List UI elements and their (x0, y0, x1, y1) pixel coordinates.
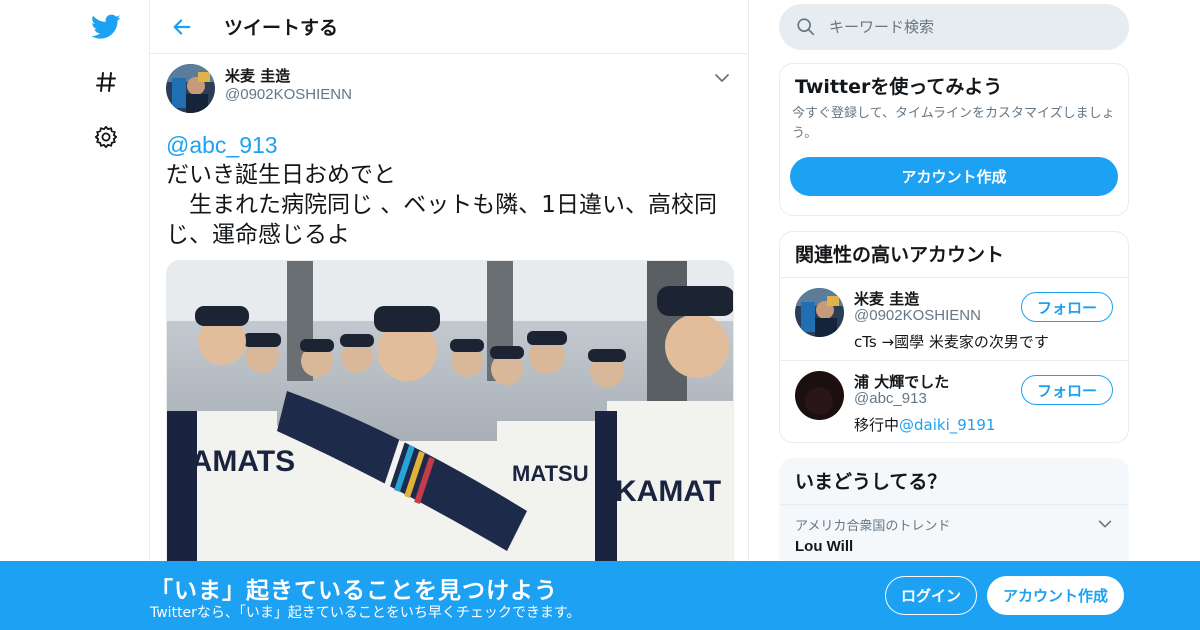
trend-location: アメリカ合衆国のトレンド (795, 519, 951, 534)
tweet-line-2: 生まれた病院同じ 、ベットも隣、1日違い、高校同じ、運命感じるよ (166, 192, 717, 248)
trends-title: いまどうしてる？ (795, 471, 947, 493)
page-title: ツイートする (224, 17, 339, 39)
search-bar[interactable] (779, 4, 1129, 50)
avatar[interactable] (795, 288, 844, 337)
account-bio: cTs →國學 米麦家の次男です (854, 331, 1049, 352)
author-name[interactable]: 米麦 圭造 (225, 67, 352, 85)
follow-button[interactable]: フォロー (1021, 292, 1113, 322)
account-bio: 移行中@daiki_9191 (854, 414, 995, 435)
follow-button[interactable]: フォロー (1021, 375, 1113, 405)
back-button[interactable] (152, 0, 212, 54)
tweet-text: @abc_913 だいき誕生日おめでと 生まれた病院同じ 、ベットも隣、1日違い… (166, 130, 732, 250)
left-nav (80, 0, 150, 630)
tweet-photo[interactable]: KAMATS KAMAT MATSU (166, 260, 734, 580)
account-handle[interactable]: @abc_913 (854, 390, 927, 407)
mention-link[interactable]: @abc_913 (166, 130, 732, 160)
search-icon (797, 18, 815, 36)
explore-button[interactable] (80, 60, 132, 104)
related-accounts-card: 関連性の高いアカウント 米麦 圭造 @0902KOSHIENN フォロー cTs… (779, 231, 1129, 443)
signup-card-title: Twitterを使ってみよう (795, 76, 1003, 98)
account-bio-text: 移行中 (854, 416, 900, 434)
tweet-line-1: だいき誕生日おめでと (166, 162, 396, 188)
hashtag-icon (96, 72, 116, 92)
bottom-bar-title: 「いま」起きていることを見つけよう (150, 578, 558, 604)
svg-text:KAMAT: KAMAT (615, 475, 721, 508)
tweet: 米麦 圭造 @0902KOSHIENN @abc_913 だいき誕生日おめでと … (150, 54, 748, 580)
search-input[interactable] (829, 18, 1109, 36)
account-item[interactable]: 浦 大輝でした @abc_913 フォロー 移行中@daiki_9191 (780, 360, 1128, 442)
account-bio-text: cTs →國學 米麦家の次男です (854, 333, 1049, 351)
twitter-bird-icon (91, 14, 121, 39)
twitter-page: ツイートする 米麦 圭造 @0902KOSHIENN @abc_913 だいき誕… (0, 0, 1200, 630)
avatar-photo (166, 64, 215, 113)
baseball-team-photo: KAMATS KAMAT MATSU (167, 261, 733, 579)
signup-button[interactable]: アカウント作成 (987, 576, 1124, 615)
chevron-down-icon[interactable] (1096, 515, 1114, 533)
signup-card-subtitle: 今すぐ登録して、タイムラインをカスタマイズしましょう。 (792, 106, 1115, 141)
avatar-photo (795, 371, 844, 420)
trend-name[interactable]: Lou Will (795, 538, 1113, 555)
trend-item[interactable]: アメリカ合衆国のトレンド Lou Will (780, 504, 1128, 565)
avatar-photo (795, 288, 844, 337)
tweet-column: ツイートする 米麦 圭造 @0902KOSHIENN @abc_913 だいき誕… (149, 0, 749, 630)
account-handle[interactable]: @0902KOSHIENN (854, 307, 981, 324)
bottom-signup-bar: 「いま」起きていることを見つけよう Twitterなら、「いま」起きていることを… (0, 561, 1200, 630)
account-name[interactable]: 米麦 圭造 (854, 288, 919, 309)
avatar[interactable] (795, 371, 844, 420)
related-accounts-title: 関連性の高いアカウント (795, 244, 1005, 266)
login-button[interactable]: ログイン (885, 576, 977, 615)
signup-card: Twitterを使ってみよう 今すぐ登録して、タイムラインをカスタマイズしましょ… (779, 63, 1129, 216)
create-account-button[interactable]: アカウント作成 (790, 157, 1118, 196)
avatar[interactable] (166, 64, 215, 113)
gear-icon (94, 125, 118, 149)
tweet-menu-button[interactable] (712, 68, 732, 88)
account-item[interactable]: 米麦 圭造 @0902KOSHIENN フォロー cTs →國學 米麦家の次男で… (780, 277, 1128, 360)
trends-card: いまどうしてる？ アメリカ合衆国のトレンド Lou Will (779, 458, 1129, 578)
bottom-bar-subtitle: Twitterなら、「いま」起きていることをいち早くチェックできます。 (150, 605, 581, 621)
tweet-header: 米麦 圭造 @0902KOSHIENN (166, 64, 732, 120)
chevron-down-icon (715, 74, 729, 82)
svg-text:KAMATS: KAMATS (169, 445, 295, 478)
svg-text:MATSU: MATSU (512, 461, 589, 486)
bio-mention-link[interactable]: @daiki_9191 (899, 416, 995, 434)
twitter-logo-button[interactable] (80, 5, 132, 49)
column-header: ツイートする (150, 0, 748, 54)
account-name[interactable]: 浦 大輝でした (854, 371, 949, 392)
author-handle[interactable]: @0902KOSHIENN (225, 85, 352, 105)
settings-button[interactable] (80, 115, 132, 159)
back-arrow-icon (173, 18, 191, 35)
